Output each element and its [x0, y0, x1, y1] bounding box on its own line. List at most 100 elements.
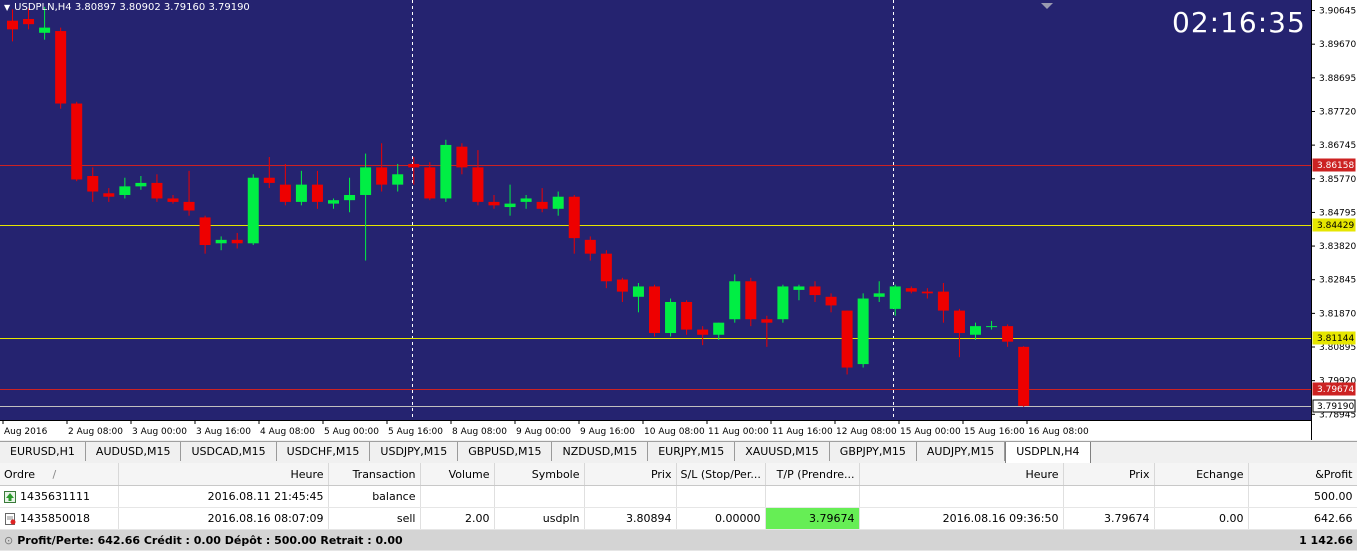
col-volume[interactable]: Volume — [420, 463, 495, 486]
col-order[interactable]: Ordre / — [0, 463, 119, 486]
candle-body — [921, 291, 933, 294]
tab-usdchf-m15[interactable]: USDCHF,M15 — [277, 442, 371, 461]
time-tick-label: 15 Aug 16:00 — [964, 427, 1025, 437]
candle-body — [552, 196, 564, 209]
tab-audusd-m15[interactable]: AUDUSD,M15 — [86, 442, 182, 461]
candle-body — [360, 167, 372, 195]
candle-body — [119, 186, 131, 195]
col-close-price[interactable]: Prix — [1063, 463, 1155, 486]
close-price — [1063, 485, 1155, 508]
price-tick-label: 3.87720 — [1319, 107, 1356, 117]
price-tick-label: 3.81870 — [1319, 309, 1356, 319]
col-swap[interactable]: Echange — [1154, 463, 1249, 486]
time-tick-label: 9 Aug 00:00 — [516, 427, 571, 437]
open-price — [584, 485, 677, 508]
time-tick-label: 9 Aug 16:00 — [580, 427, 635, 437]
time-tick-label: 10 Aug 08:00 — [644, 427, 705, 437]
col-profit[interactable]: &Profit — [1248, 463, 1357, 486]
candle-body — [745, 281, 757, 320]
time-tick-label: 3 Aug 16:00 — [196, 427, 251, 437]
time-tick-label: 2 Aug 08:00 — [68, 427, 123, 437]
candle-body — [809, 286, 821, 296]
col-transaction[interactable]: Transaction — [328, 463, 421, 486]
tab-gbpjpy-m15[interactable]: GBPJPY,M15 — [830, 442, 917, 461]
tab-eurusd-h1[interactable]: EURUSD,H1 — [0, 442, 86, 461]
tab-eurjpy-m15[interactable]: EURJPY,M15 — [648, 442, 736, 461]
col-price[interactable]: Prix — [584, 463, 677, 486]
price-marker-label: 3.86158 — [1317, 161, 1354, 171]
symbol: usdpln — [494, 507, 585, 530]
candle-body — [87, 176, 99, 192]
chart-canvas[interactable]: 3.90645 3.89670 3.88695 3.87720 3.86745 3.857… — [0, 0, 1357, 440]
candle-body — [424, 167, 436, 199]
open-price: 3.80894 — [584, 507, 677, 530]
close-price: 3.79674 — [1063, 507, 1155, 530]
history-table: Ordre / Heure Transaction Volume Symbole… — [0, 463, 1357, 551]
profit: 500.00 — [1248, 485, 1357, 508]
candle-body — [488, 201, 500, 206]
clock-display: 02:16:35 — [1172, 6, 1306, 39]
stop-loss — [676, 485, 766, 508]
swap — [1154, 485, 1249, 508]
candle-body — [889, 286, 901, 309]
price-marker-label: 3.79190 — [1317, 402, 1354, 412]
tab-audjpy-m15[interactable]: AUDJPY,M15 — [917, 442, 1006, 461]
candle-body — [440, 144, 452, 199]
candle-body — [55, 31, 67, 104]
candle-body — [953, 310, 965, 334]
close-time: 2016.08.16 09:36:50 — [859, 507, 1064, 530]
tab-nzdusd-m15[interactable]: NZDUSD,M15 — [552, 442, 649, 461]
candle-body — [857, 298, 869, 365]
volume: 2.00 — [420, 507, 495, 530]
candle-body — [376, 167, 388, 185]
candle-body — [408, 163, 420, 168]
tab-usdcad-m15[interactable]: USDCAD,M15 — [181, 442, 277, 461]
candle-body — [568, 196, 580, 239]
terminal-panel: Ordre / Heure Transaction Volume Symbole… — [0, 463, 1357, 558]
candle-body — [311, 184, 323, 202]
table-row[interactable]: 1435850018 2016.08.16 08:07:09 sell 2.00… — [0, 507, 1357, 530]
dropdown-triangle-icon[interactable]: ▼ — [4, 3, 10, 12]
price-tick-label: 3.83820 — [1319, 242, 1356, 252]
tab-usdpln-h4[interactable]: USDPLN,H4 — [1005, 442, 1091, 464]
col-time[interactable]: Heure — [118, 463, 329, 486]
candle-body — [23, 18, 35, 25]
col-close-time[interactable]: Heure — [859, 463, 1064, 486]
candle-body — [1018, 346, 1030, 406]
table-row[interactable]: 1435631111 2016.08.11 21:45:45 balance 5… — [0, 485, 1357, 508]
candle-body — [183, 201, 195, 211]
summary-text: Profit/Perte: 642.66 Crédit : 0.00 Dépôt… — [17, 533, 403, 547]
price-tick-label: 3.82845 — [1319, 276, 1356, 286]
col-stoploss[interactable]: S/L (Stop/Per... — [676, 463, 766, 486]
price-marker-label: 3.81144 — [1317, 334, 1354, 344]
candle-body — [713, 322, 725, 335]
price-marker-label: 3.79674 — [1317, 385, 1354, 395]
candle-body — [729, 281, 741, 320]
tab-xauusd-m15[interactable]: XAUUSD,M15 — [735, 442, 830, 461]
candle-body — [247, 177, 259, 244]
time-tick-label: 4 Aug 08:00 — [260, 427, 315, 437]
price-marker-label: 3.84429 — [1317, 221, 1354, 231]
candle-body — [328, 200, 339, 204]
price-tick-label: 3.89670 — [1319, 40, 1356, 50]
candle-body — [151, 182, 163, 199]
col-takeprofit[interactable]: T/P (Prendre... — [765, 463, 860, 486]
candle-body — [167, 198, 179, 202]
close-time — [859, 485, 1064, 508]
candle-body — [937, 291, 949, 311]
candle-body — [1002, 326, 1014, 342]
candle-body — [616, 279, 628, 292]
open-time: 2016.08.16 08:07:09 — [118, 507, 329, 530]
col-symbol[interactable]: Symbole — [494, 463, 585, 486]
swap: 0.00 — [1154, 507, 1249, 530]
price-chart[interactable]: 3.90645 3.89670 3.88695 3.87720 3.86745 3.857… — [0, 0, 1357, 440]
time-tick-label: 3 Aug 00:00 — [132, 427, 187, 437]
time-tick-label: 12 Aug 08:00 — [836, 427, 897, 437]
sell-order-icon — [4, 513, 16, 525]
candle-body — [199, 217, 211, 246]
tab-usdjpy-m15[interactable]: USDJPY,M15 — [370, 442, 459, 461]
stop-loss: 0.00000 — [676, 507, 766, 530]
order-id: 1435631111 — [20, 490, 90, 503]
candle-body — [905, 288, 917, 292]
tab-gbpusd-m15[interactable]: GBPUSD,M15 — [458, 442, 553, 461]
